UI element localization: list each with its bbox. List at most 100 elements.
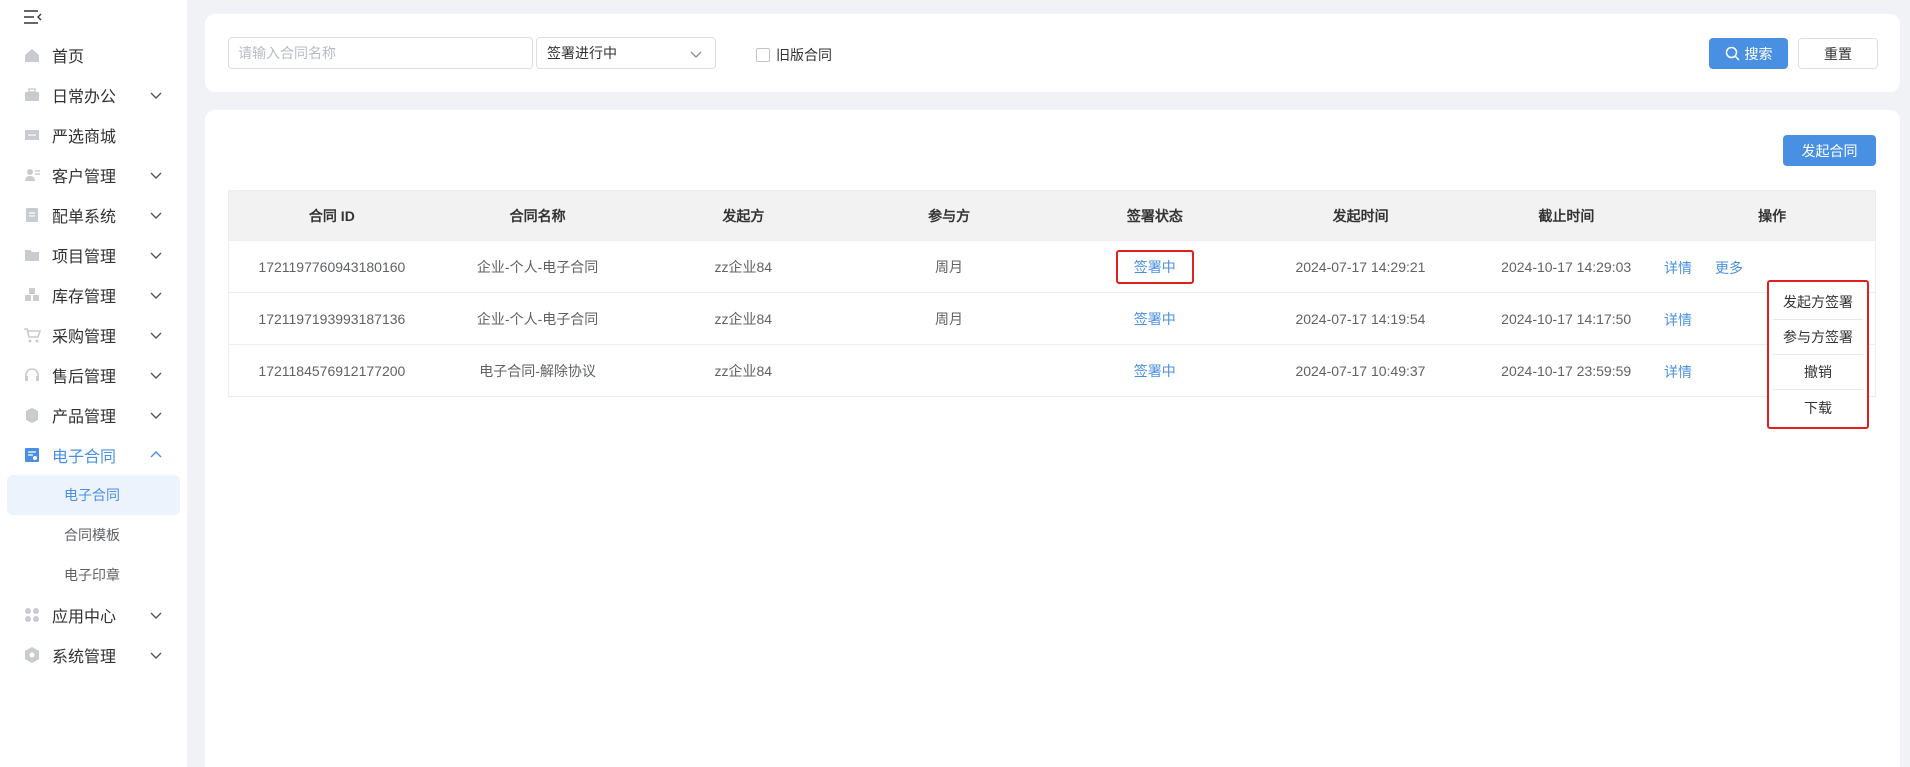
contract-name: 企业-个人-电子合同 [476, 310, 599, 327]
table-header: 合同 ID 合同名称 发起方 参与方 签署状态 发起时间 截止时间 操作 [229, 191, 1875, 241]
sidebar-item-label: 严选商城 [52, 129, 117, 146]
contract-id: 1721197760943180160 [258, 258, 406, 275]
sidebar-item-label: 首页 [52, 49, 85, 66]
column-header: 发起时间 [1332, 207, 1389, 224]
settings-icon [22, 646, 41, 665]
more-link[interactable]: 更多 [1715, 258, 1743, 278]
sidebar-item-label: 电子合同 [52, 449, 117, 466]
menu-item-participant-sign[interactable]: 参与方签署 [1773, 320, 1863, 355]
chevron-down-icon [150, 92, 162, 99]
sidebar-item-label: 应用中心 [52, 609, 117, 626]
initiator: zz企业84 [714, 362, 773, 379]
chevron-down-icon [150, 172, 162, 179]
sidebar-item-after-sales[interactable]: 售后管理 [0, 355, 187, 395]
contract-list-panel: 发起合同 合同 ID 合同名称 发起方 参与方 签署状态 发起时间 截止时间 操… [205, 110, 1900, 767]
status-link[interactable]: 签署中 [1116, 303, 1194, 335]
chevron-up-icon [150, 451, 162, 458]
old-contract-checkbox[interactable]: 旧版合同 [756, 45, 832, 65]
sidebar-item-label: 日常办公 [52, 89, 117, 106]
contract-name: 电子合同-解除协议 [479, 362, 596, 379]
column-header: 参与方 [928, 207, 971, 224]
sidebar-item-label: 售后管理 [52, 369, 117, 386]
start-time: 2024-07-17 14:19:54 [1295, 310, 1426, 327]
sidebar-item-label: 产品管理 [52, 409, 117, 426]
search-icon [1725, 46, 1740, 61]
submenu-item-contract-template[interactable]: 合同模板 [0, 515, 187, 555]
chevron-down-icon [690, 51, 702, 58]
end-time: 2024-10-17 14:17:50 [1501, 310, 1632, 327]
sidebar-item-e-contract[interactable]: 电子合同 [0, 435, 187, 475]
start-time: 2024-07-17 14:29:21 [1295, 258, 1426, 275]
sidebar-item-order-system[interactable]: 配单系统 [0, 195, 187, 235]
inventory-icon [22, 286, 41, 305]
contract-name: 企业-个人-电子合同 [476, 258, 599, 275]
table-row: 1721197760943180160 企业-个人-电子合同 zz企业84 周月… [229, 241, 1875, 293]
column-header: 签署状态 [1126, 207, 1183, 224]
chevron-down-icon [150, 612, 162, 619]
menu-item-download[interactable]: 下载 [1773, 390, 1863, 425]
cart-icon [22, 326, 41, 345]
store-icon [22, 126, 41, 145]
sidebar: 首页 日常办公 严选商城 客户管理 配单系统 项目管理 库存管理 采购管理 售后… [0, 0, 187, 767]
participant: 周月 [935, 258, 964, 275]
search-button[interactable]: 搜索 [1709, 38, 1788, 69]
status-select[interactable]: 签署进行中 [536, 37, 716, 69]
sidebar-item-purchasing[interactable]: 采购管理 [0, 315, 187, 355]
submenu-item-e-contract[interactable]: 电子合同 [7, 475, 180, 515]
menu-item-revoke[interactable]: 撤销 [1773, 355, 1863, 390]
folder-icon [22, 246, 41, 265]
chevron-down-icon [150, 372, 162, 379]
participant [846, 345, 1052, 396]
chevron-down-icon [150, 412, 162, 419]
sidebar-item-customers[interactable]: 客户管理 [0, 155, 187, 195]
launch-contract-button[interactable]: 发起合同 [1783, 135, 1876, 166]
reset-button[interactable]: 重置 [1798, 38, 1878, 69]
start-time: 2024-07-17 10:49:37 [1295, 362, 1426, 379]
sidebar-item-projects[interactable]: 项目管理 [0, 235, 187, 275]
end-time: 2024-10-17 14:29:03 [1501, 258, 1632, 275]
detail-link[interactable]: 详情 [1664, 362, 1692, 382]
document-icon [22, 206, 41, 225]
sidebar-item-label: 库存管理 [52, 289, 117, 306]
status-link[interactable]: 签署中 [1115, 249, 1194, 284]
sidebar-item-products[interactable]: 产品管理 [0, 395, 187, 435]
column-header: 合同 ID [308, 207, 355, 224]
sidebar-item-system[interactable]: 系统管理 [0, 635, 187, 675]
status-select-value: 签署进行中 [547, 45, 617, 61]
contract-icon [22, 446, 41, 465]
submenu-item-e-seal[interactable]: 电子印章 [0, 555, 187, 595]
contract-name-input[interactable] [228, 37, 533, 69]
sidebar-item-daily-office[interactable]: 日常办公 [0, 75, 187, 115]
sidebar-item-inventory[interactable]: 库存管理 [0, 275, 187, 315]
table-row: 1721197193993187136 企业-个人-电子合同 zz企业84 周月… [229, 293, 1875, 345]
initiator: zz企业84 [714, 310, 773, 327]
detail-link[interactable]: 详情 [1664, 258, 1692, 278]
status-cell: 签署中 [1052, 241, 1258, 292]
status-link[interactable]: 签署中 [1116, 355, 1194, 387]
sidebar-item-label: 客户管理 [52, 169, 117, 186]
detail-link[interactable]: 详情 [1664, 310, 1692, 330]
contract-id: 1721184576912177200 [258, 362, 406, 379]
sidebar-item-label: 项目管理 [52, 249, 117, 266]
checkbox-box[interactable] [756, 48, 770, 62]
column-header: 发起方 [722, 207, 765, 224]
collapse-menu-icon[interactable] [22, 8, 44, 26]
customer-icon [22, 166, 41, 185]
column-header: 合同名称 [509, 207, 566, 224]
initiator: zz企业84 [714, 258, 773, 275]
sidebar-item-mall[interactable]: 严选商城 [0, 115, 187, 155]
status-cell: 签署中 [1052, 293, 1258, 344]
side-nav: 首页 日常办公 严选商城 客户管理 配单系统 项目管理 库存管理 采购管理 售后… [0, 35, 187, 675]
home-icon [22, 46, 41, 65]
headset-icon [22, 366, 41, 385]
table-row: 1721184576912177200 电子合同-解除协议 zz企业84 签署中… [229, 345, 1875, 397]
menu-item-initiator-sign[interactable]: 发起方签署 [1773, 285, 1863, 320]
contract-id: 1721197193993187136 [258, 310, 406, 327]
sidebar-item-label: 采购管理 [52, 329, 117, 346]
chevron-down-icon [150, 652, 162, 659]
column-header: 截止时间 [1538, 207, 1595, 224]
sidebar-item-app-center[interactable]: 应用中心 [0, 595, 187, 635]
end-time: 2024-10-17 23:59:59 [1501, 362, 1632, 379]
sidebar-item-label: 系统管理 [52, 649, 117, 666]
sidebar-item-home[interactable]: 首页 [0, 35, 187, 75]
